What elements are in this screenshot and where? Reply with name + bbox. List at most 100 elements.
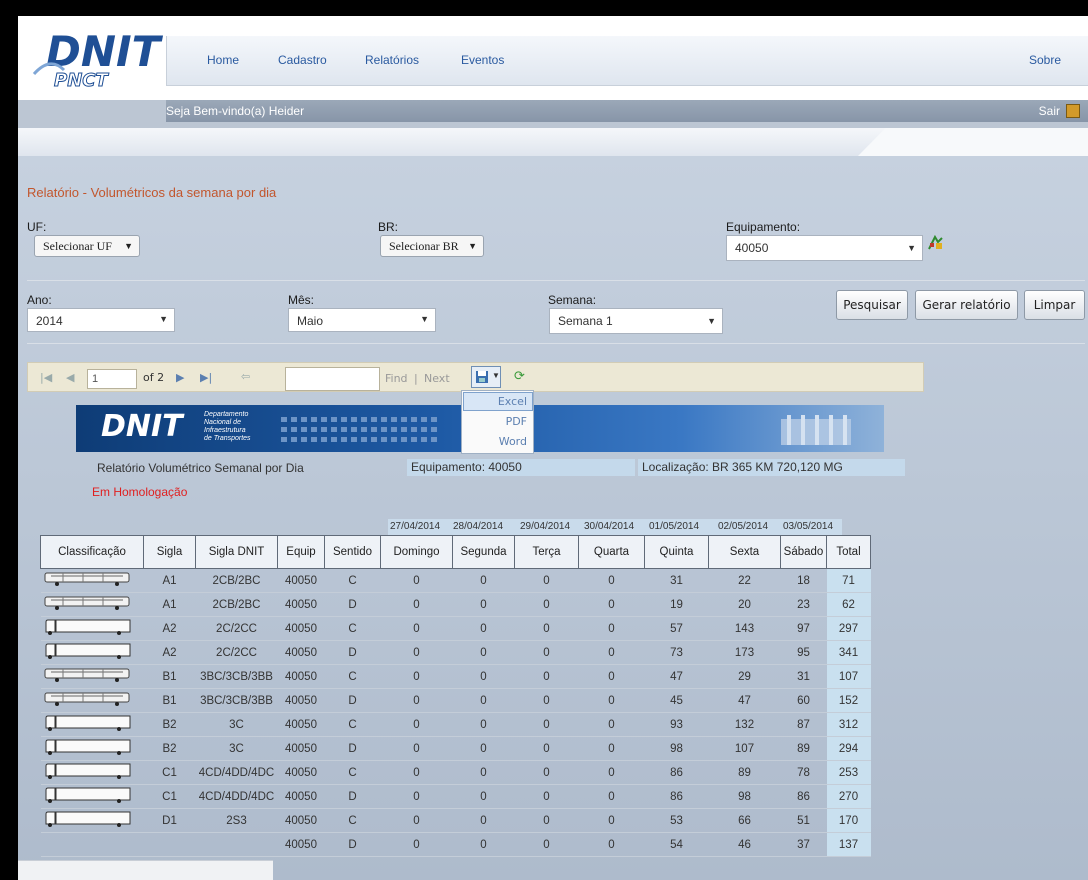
table-cell: 3BC/3CB/3BB [195,664,278,689]
export-excel[interactable]: Excel [463,392,533,411]
br-select[interactable]: Selecionar BR ▼ [380,235,484,257]
limpar-button[interactable]: Limpar [1024,290,1085,320]
semana-label: Semana: [548,293,597,307]
table-cell: 31 [644,568,709,593]
column-header: Domingo [380,535,453,569]
table-cell: 312 [826,712,871,737]
mes-label: Mês: [288,293,315,307]
table-cell: 0 [452,808,515,833]
refresh-icon[interactable] [926,234,946,252]
table-cell: 152 [826,688,871,713]
table-row: A1 2CB/2BC 40050 C 0 0 0 0 31 22 18 71 [40,568,871,593]
date-label: 29/04/2014 [520,521,571,532]
table-cell: 0 [380,688,453,713]
date-label: 28/04/2014 [453,521,504,532]
equipamento-select[interactable]: 40050 ▼ [726,235,923,261]
table-cell [195,832,278,857]
mes-select[interactable]: Maio ▼ [288,308,436,332]
table-cell: 66 [708,808,781,833]
back-icon[interactable]: ⇦ [241,370,250,383]
table-cell: D [324,640,381,665]
table-cell: 45 [644,688,709,713]
table-cell: 0 [578,832,645,857]
br-label: BR: [378,220,399,234]
table-cell: 170 [826,808,871,833]
table-cell: 0 [380,616,453,641]
banner-subtitle-line: Infraestrutura [204,427,246,434]
table-cell: 57 [644,616,709,641]
table-cell: 54 [644,832,709,857]
export-word[interactable]: Word [499,435,527,448]
table-body: A1 2CB/2BC 40050 C 0 0 0 0 31 22 18 71 A1 2CB/2BC 4005… [40,568,871,857]
table-cell: 20 [708,592,781,617]
empty-cell [40,832,144,857]
date-label: 01/05/2014 [649,521,700,532]
chevron-down-icon: ▼ [907,243,916,253]
equipamento-value: 40050 [735,241,769,255]
table-cell: A2 [143,640,196,665]
date-label: 02/05/2014 [718,521,769,532]
table-cell: C [324,568,381,593]
find-input[interactable] [285,367,380,391]
last-page-icon[interactable]: ▶| [200,371,212,384]
find-link[interactable]: Find [385,372,408,385]
table-cell: 0 [578,808,645,833]
logout-link[interactable]: Sair [1039,104,1060,118]
page-number-input[interactable]: 1 [87,369,137,389]
table-cell: B1 [143,664,196,689]
table-cell: 0 [514,760,579,785]
table-row: C1 4CD/4DD/4DC 40050 D 0 0 0 0 86 98 86 270 [40,784,871,809]
table-cell: 0 [380,760,453,785]
table-cell: 0 [514,712,579,737]
nav-eventos[interactable]: Eventos [461,53,504,67]
table-cell: 31 [780,664,827,689]
export-button[interactable]: ▼ [471,366,501,388]
table-cell: 0 [578,616,645,641]
table-cell: 4CD/4DD/4DC [195,760,278,785]
prev-page-icon[interactable]: ◀ [66,371,74,384]
table-cell: 40050 [277,664,325,689]
page-count: of 2 [143,371,165,384]
column-header: Terça [514,535,579,569]
table-cell: 18 [780,568,827,593]
table-cell: 2CB/2BC [195,568,278,593]
next-link[interactable]: Next [424,372,450,385]
next-page-icon[interactable]: ▶ [176,371,184,384]
table-cell: 0 [452,712,515,737]
chevron-down-icon: ▼ [159,314,168,324]
table-cell: 0 [380,640,453,665]
table-cell: 0 [578,712,645,737]
banner-pattern [281,415,851,445]
table-row: B1 3BC/3CB/3BB 40050 C 0 0 0 0 47 29 31 107 [40,664,871,689]
table-cell: 107 [708,736,781,761]
table-cell: 40050 [277,640,325,665]
nav-relatorios[interactable]: Relatórios [365,53,419,67]
column-header: Segunda [452,535,515,569]
nav-cadastro[interactable]: Cadastro [278,53,327,67]
truck-vehicle-icon [40,640,144,665]
table-row: B2 3C 40050 D 0 0 0 0 98 107 89 294 [40,736,871,761]
nav-home[interactable]: Home [207,53,239,67]
table-cell: 0 [514,592,579,617]
semana-select[interactable]: Semana 1 ▼ [549,308,723,334]
truck-vehicle-icon [40,616,144,641]
export-pdf[interactable]: PDF [506,415,527,428]
refresh-icon[interactable]: ⟳ [514,369,525,384]
dnit-logo[interactable]: DNIT PNCT [30,26,170,96]
uf-select[interactable]: Selecionar UF ▼ [34,235,140,257]
pesquisar-button[interactable]: Pesquisar [836,290,908,320]
table-cell: 3BC/3CB/3BB [195,688,278,713]
column-header: Quinta [644,535,709,569]
gerar-relatorio-button[interactable]: Gerar relatório [915,290,1018,320]
table-cell: 86 [644,760,709,785]
exit-icon[interactable] [1066,104,1080,118]
find-separator: | [414,372,418,385]
column-header: Total [826,535,871,569]
table-cell: 37 [780,832,827,857]
table-cell: 47 [644,664,709,689]
table-cell: 89 [708,760,781,785]
nav-sobre[interactable]: Sobre [1029,53,1061,67]
table-cell: 40050 [277,784,325,809]
ano-select[interactable]: 2014 ▼ [27,308,175,332]
first-page-icon[interactable]: |◀ [40,371,52,384]
